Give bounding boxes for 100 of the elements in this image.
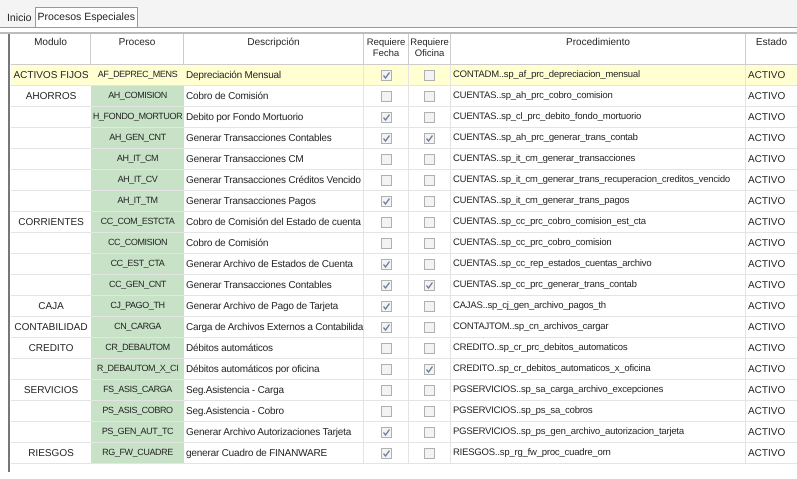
table-row[interactable]: CREDITO CR_DEBAUTOM Débitos automáticos CREDITO..sp_cr_prc_debitos_automaticos ACTIVO <box>11 338 797 359</box>
process-cell: CC_COMISION <box>91 233 184 253</box>
column-header[interactable]: Procedimiento <box>451 34 746 64</box>
table-row[interactable]: AHORROS AH_COMISION Cobro de Comisión CUENTAS..sp_ah_prc_cobro_comision ACTIVO <box>11 86 797 107</box>
status-cell-text: ACTIVO <box>748 320 786 334</box>
checkbox[interactable] <box>424 300 435 312</box>
checkbox[interactable] <box>380 258 392 270</box>
column-header[interactable]: Estado <box>746 34 797 64</box>
checkbox[interactable] <box>380 364 392 374</box>
module-cell-text: SERVICIOS <box>24 384 78 398</box>
table-row[interactable]: CC_GEN_CNT Generar Transacciones Contables CUENTAS..sp_cc_prc_generar_trans_contab ACTIVO <box>11 275 797 296</box>
checkbox[interactable] <box>380 448 392 458</box>
checkbox[interactable] <box>424 322 435 332</box>
column-header[interactable]: Descripción <box>184 34 364 64</box>
checkbox[interactable] <box>424 342 435 354</box>
status-cell-text: ACTIVO <box>748 216 786 230</box>
checkbox[interactable] <box>424 448 435 458</box>
checkbox[interactable] <box>424 238 435 248</box>
checkbox[interactable] <box>424 196 435 206</box>
checkbox[interactable] <box>424 406 435 416</box>
checkbox[interactable] <box>380 132 392 144</box>
checkmark-icon <box>425 280 434 290</box>
process-cell: CC_COM_ESTCTA <box>91 212 184 232</box>
column-header[interactable]: Modulo <box>11 34 91 64</box>
procedure-cell-text: CUENTAS..sp_cc_rep_estados_cuentas_archivo <box>453 256 652 271</box>
checkbox[interactable] <box>380 384 392 396</box>
table-row[interactable]: R_DEBAUTOM_X_CI Débitos automáticos por oficina CREDITO..sp_cr_debitos_automaticos_x_oficina ACTIVO <box>11 359 797 380</box>
checkbox[interactable] <box>424 154 435 164</box>
description-cell-text: Débitos automáticos por oficina <box>186 362 320 376</box>
process-cell: AH_COMISION <box>91 86 184 106</box>
checkbox[interactable] <box>380 300 392 312</box>
process-cell: FS_ASIS_CARGA <box>91 380 184 400</box>
checkbox[interactable] <box>380 406 392 416</box>
checkbox[interactable] <box>424 280 435 290</box>
table-row[interactable]: CONTABILIDAD CN_CARGA Carga de Archivos Externos a Contabilida CONTAJTOM..sp_cn_archivos_cargar ACTIVO <box>11 317 797 338</box>
checkbox[interactable] <box>380 112 392 122</box>
table-row[interactable]: CORRIENTES CC_COM_ESTCTA Cobro de Comisión del Estado de cuenta CUENTAS..sp_cc_prc_cobro_comision_est_cta ACTIVO <box>11 212 797 233</box>
table-row[interactable]: ACTIVOS FIJOS AF_DEPREC_MENS Depreciación Mensual CONTADM..sp_af_prc_depreciacion_mensual ACTIVO <box>11 65 797 86</box>
column-header[interactable]: Requiere Oficina <box>409 34 451 64</box>
checkbox[interactable] <box>380 238 392 248</box>
column-header[interactable]: Proceso <box>91 34 184 64</box>
procedure-cell-text: CUENTAS..sp_cc_prc_cobro_comision <box>453 236 612 250</box>
checkbox[interactable] <box>424 132 435 144</box>
description-cell-text: generar Cuadro de FINANWARE <box>186 446 327 460</box>
table-row[interactable]: SERVICIOS FS_ASIS_CARGA Seg.Asistencia - Carga PGSERVICIOS..sp_sa_carga_archivo_excepciones ACTIVO <box>11 380 797 401</box>
table-row[interactable]: PS_GEN_AUT_TC Generar Archivo Autorizaciones Tarjeta PGSERVICIOS..sp_ps_gen_archivo_autorizacion_tarjeta ACTIVO <box>11 422 797 443</box>
status-cell-text: ACTIVO <box>748 68 786 82</box>
checkbox[interactable] <box>424 364 435 374</box>
checkbox[interactable] <box>424 426 435 438</box>
checkbox[interactable] <box>424 90 435 102</box>
table-row[interactable]: RIESGOS RG_FW_CUADRE generar Cuadro de FINANWARE RIESGOS..sp_rg_fw_proc_cuadre_orn ACTIVO <box>11 443 797 464</box>
checkbox[interactable] <box>424 216 435 228</box>
description-cell-text: Generar Archivo de Pago de Tarjeta <box>186 300 338 314</box>
description-cell-text: Cobro de Comisión <box>186 90 268 104</box>
table-row[interactable]: PS_ASIS_COBRO Seg.Asistencia - Cobro PGSERVICIOS..sp_ps_sa_cobros ACTIVO <box>11 401 797 422</box>
process-cell: CC_EST_CTA <box>91 254 184 274</box>
table-row[interactable]: AH_IT_CV Generar Transacciones Créditos Vencido CUENTAS..sp_it_cm_generar_trans_recuperacion_creditos_vencido ACTIVO <box>11 170 797 191</box>
table-row[interactable]: AH_IT_CM Generar Transacciones CM CUENTAS..sp_it_cm_generar_transacciones ACTIVO <box>11 149 797 170</box>
checkbox[interactable] <box>424 384 435 396</box>
table-row[interactable]: AH_GEN_CNT Generar Transacciones Contables CUENTAS..sp_ah_prc_generar_trans_contab ACTIVO <box>11 128 797 149</box>
checkbox[interactable] <box>380 426 392 438</box>
table-row[interactable]: H_FONDO_MORTUOR Debito por Fondo Mortuorio CUENTAS..sp_cl_prc_debito_fondo_mortuorio ACTIVO <box>11 107 797 128</box>
table-row[interactable]: CC_COMISION Cobro de Comisión CUENTAS..sp_cc_prc_cobro_comision ACTIVO <box>11 233 797 254</box>
checkmark-icon <box>382 134 390 142</box>
process-cell: CR_DEBAUTOM <box>91 338 184 358</box>
checkmark-icon <box>382 322 390 332</box>
status-cell-text: ACTIVO <box>748 174 786 188</box>
process-cell: AH_IT_CM <box>91 149 184 169</box>
checkbox[interactable] <box>380 196 392 206</box>
checkbox[interactable] <box>380 280 392 290</box>
status-cell-text: ACTIVO <box>748 404 786 418</box>
description-cell-text: Cobro de Comisión del Estado de cuenta <box>186 216 361 230</box>
checkbox[interactable] <box>424 174 435 186</box>
checkmark-icon <box>425 134 434 142</box>
checkbox[interactable] <box>380 216 392 228</box>
checkbox[interactable] <box>380 154 392 164</box>
procedure-cell-text: PGSERVICIOS..sp_ps_gen_archivo_autorizacion_tarjeta <box>453 424 684 439</box>
tab[interactable]: Procesos Especiales <box>34 7 138 27</box>
procedure-cell-text: RIESGOS..sp_rg_fw_proc_cuadre_orn <box>453 446 611 460</box>
checkbox[interactable] <box>424 258 435 270</box>
tab[interactable]: Inicio <box>4 11 35 27</box>
table-row[interactable]: CC_EST_CTA Generar Archivo de Estados de Cuenta CUENTAS..sp_cc_rep_estados_cuentas_archivo ACTIVO <box>11 254 797 275</box>
table-row[interactable]: AH_IT_TM Generar Transacciones Pagos CUENTAS..sp_it_cm_generar_trans_pagos ACTIVO <box>11 191 797 212</box>
process-cell-text: AF_DEPREC_MENS <box>96 68 178 82</box>
checkbox[interactable] <box>380 174 392 186</box>
checkbox[interactable] <box>380 342 392 354</box>
checkbox[interactable] <box>380 90 392 102</box>
checkbox[interactable] <box>380 322 392 332</box>
checkmark-icon <box>382 428 390 436</box>
table-row[interactable]: CAJA CJ_PAGO_TH Generar Archivo de Pago de Tarjeta CAJAS..sp_cj_gen_archivo_pagos_th ACTIVO <box>11 296 797 317</box>
status-cell-text: ACTIVO <box>748 446 786 460</box>
column-header[interactable]: Requiere Fecha <box>364 34 409 64</box>
checkbox[interactable] <box>424 112 435 122</box>
checkmark-icon <box>382 448 390 458</box>
checkbox[interactable] <box>380 70 392 80</box>
procedure-cell-text: CUENTAS..sp_cl_prc_debito_fondo_mortuorio <box>453 110 642 124</box>
module-cell-text: CORRIENTES <box>18 216 84 230</box>
checkbox[interactable] <box>424 70 435 80</box>
module-cell-text: CAJA <box>38 300 64 314</box>
checkmark-icon <box>382 70 390 80</box>
